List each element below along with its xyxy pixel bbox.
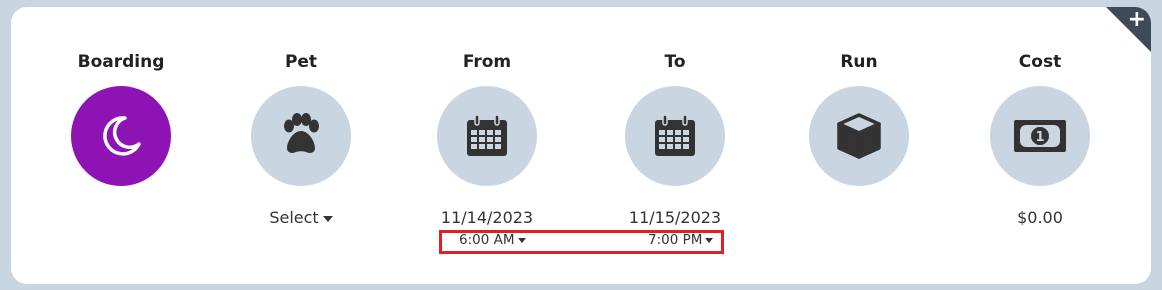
plus-icon: + — [1127, 7, 1146, 32]
run-button[interactable] — [809, 86, 909, 186]
from-label: From — [462, 52, 512, 72]
boarding-label: Boarding — [77, 52, 165, 72]
to-date-button[interactable] — [625, 86, 725, 186]
chevron-down-icon — [322, 215, 333, 222]
from-date-button[interactable] — [437, 86, 537, 186]
to-time-value: 7:00 PM — [648, 232, 703, 248]
pet-select[interactable]: Select — [221, 208, 381, 227]
svg-text:1: 1 — [1035, 130, 1044, 145]
chevron-down-icon — [517, 237, 526, 243]
calendar-icon — [467, 114, 507, 156]
moon-icon — [103, 116, 141, 156]
cost-label: Cost — [1018, 52, 1062, 72]
reservation-card: + Boarding Pet Select From 11/14/2023 To… — [11, 7, 1151, 284]
to-time-select[interactable]: 7:00 PM — [648, 232, 714, 248]
to-label: To — [664, 52, 686, 72]
box-icon — [837, 113, 881, 159]
boarding-button[interactable] — [71, 86, 171, 186]
to-date-value[interactable]: 11/15/2023 — [595, 208, 755, 227]
cost-value: $0.00 — [1017, 208, 1063, 227]
pet-button[interactable] — [251, 86, 351, 186]
cost-button[interactable]: 1 — [990, 86, 1090, 186]
paw-icon — [284, 113, 319, 153]
money-icon: 1 — [1014, 120, 1066, 152]
from-time-select[interactable]: 6:00 AM — [459, 232, 526, 248]
from-date-value[interactable]: 11/14/2023 — [407, 208, 567, 227]
calendar-icon — [655, 114, 695, 156]
add-corner-button[interactable]: + — [1106, 7, 1151, 52]
chevron-down-icon — [705, 237, 714, 243]
from-time-value: 6:00 AM — [459, 232, 515, 248]
run-label: Run — [840, 52, 878, 72]
pet-select-value: Select — [269, 208, 319, 227]
pet-label: Pet — [284, 52, 318, 72]
